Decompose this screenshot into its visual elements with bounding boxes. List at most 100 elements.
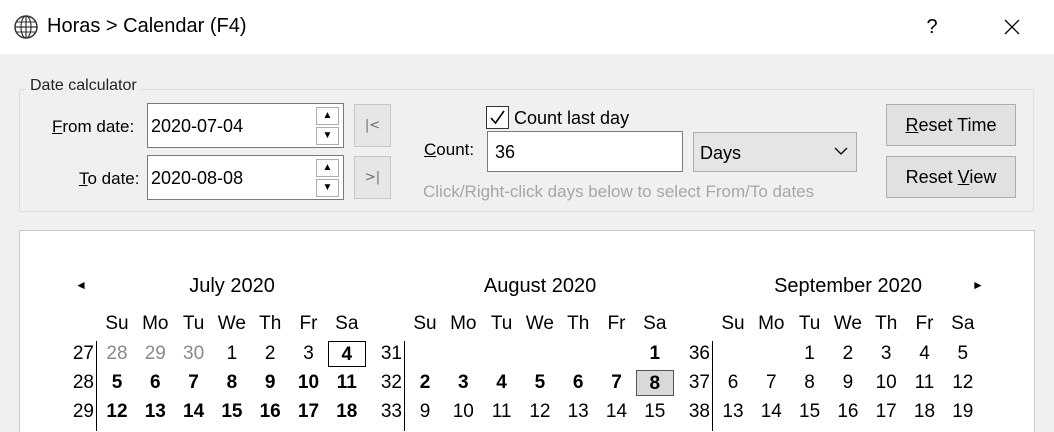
month-title: July 2020 bbox=[189, 275, 275, 297]
calendar-day[interactable]: 6 bbox=[559, 370, 597, 396]
reset-view-button[interactable]: Reset View bbox=[886, 156, 1016, 198]
weekday-header: We bbox=[525, 313, 554, 334]
close-button[interactable] bbox=[992, 10, 1032, 44]
to-date-spin-up[interactable]: ▲ bbox=[316, 159, 339, 177]
week-number-divider bbox=[404, 341, 405, 431]
unit-select[interactable]: Days bbox=[693, 132, 857, 172]
calendar-day[interactable]: 18 bbox=[328, 399, 366, 425]
calendar-day[interactable]: 18 bbox=[906, 399, 944, 425]
calendar-day[interactable]: 2 bbox=[829, 341, 867, 367]
weekday-header: Mo bbox=[142, 313, 169, 334]
calendar-day[interactable]: 1 bbox=[213, 341, 251, 367]
weekday-header: Fr bbox=[299, 313, 318, 334]
from-date-label: From date: bbox=[52, 117, 135, 136]
calendar-day[interactable]: 3 bbox=[290, 341, 328, 367]
to-date-label: To date: bbox=[79, 169, 140, 188]
calendar-day[interactable]: 7 bbox=[598, 370, 636, 396]
calendar-day[interactable]: 12 bbox=[944, 370, 982, 396]
calendar-day[interactable]: 15 bbox=[636, 399, 674, 425]
weekday-header: Sa bbox=[335, 313, 359, 334]
calendar-day[interactable]: 17 bbox=[867, 399, 905, 425]
calendar-day[interactable]: 1 bbox=[791, 341, 829, 367]
calendar-day[interactable]: 4 bbox=[906, 341, 944, 367]
calendar-day[interactable]: 13 bbox=[714, 399, 752, 425]
count-last-day-checkbox[interactable] bbox=[486, 106, 509, 129]
from-date-spin-up[interactable]: ▲ bbox=[316, 107, 339, 125]
calendar-day[interactable]: 8 bbox=[635, 370, 674, 396]
calendar-day[interactable]: 15 bbox=[791, 399, 829, 425]
calendar-day[interactable]: 6 bbox=[714, 370, 752, 396]
calendar-day[interactable]: 10 bbox=[290, 370, 328, 396]
calendar-day[interactable]: 28 bbox=[98, 341, 136, 367]
calendar-day[interactable]: 19 bbox=[944, 399, 982, 425]
calendar-day[interactable]: 3 bbox=[867, 341, 905, 367]
help-button[interactable]: ? bbox=[914, 10, 950, 44]
globe-clock-icon bbox=[14, 15, 38, 39]
calendar-day[interactable]: 1 bbox=[636, 341, 674, 367]
weekday-header: Tu bbox=[798, 313, 821, 334]
calendar-day[interactable]: 16 bbox=[829, 399, 867, 425]
group-title: Date calculator bbox=[26, 77, 141, 95]
weekday-header: Su bbox=[105, 313, 129, 334]
calendar-day[interactable]: 12 bbox=[98, 399, 136, 425]
calendar-day[interactable]: 2 bbox=[251, 341, 289, 367]
calendar-day[interactable]: 17 bbox=[290, 399, 328, 425]
reset-time-button[interactable]: Reset Time bbox=[886, 104, 1016, 146]
calendar-day[interactable]: 13 bbox=[136, 399, 174, 425]
weekday-header: Mo bbox=[450, 313, 477, 334]
to-date-field[interactable]: 2020-08-08 ▲ ▼ bbox=[147, 155, 344, 200]
weekday-header: Tu bbox=[490, 313, 513, 334]
calendar-day[interactable]: 5 bbox=[98, 370, 136, 396]
unit-value: Days bbox=[700, 143, 742, 163]
calendar-day[interactable]: 3 bbox=[444, 370, 482, 396]
to-date-spin-down[interactable]: ▼ bbox=[316, 179, 339, 197]
calendar-day[interactable]: 4 bbox=[327, 341, 366, 367]
calendar-day[interactable]: 8 bbox=[791, 370, 829, 396]
calendar-day[interactable]: 10 bbox=[444, 399, 482, 425]
count-value: 36 bbox=[495, 142, 516, 162]
weekday-header: Sa bbox=[643, 313, 667, 334]
calendar-day[interactable]: 5 bbox=[521, 370, 559, 396]
to-date-value: 2020-08-08 bbox=[151, 168, 244, 188]
calendar-day[interactable]: 30 bbox=[175, 341, 213, 367]
calendar-day[interactable]: 10 bbox=[867, 370, 905, 396]
calendar-day[interactable]: 12 bbox=[521, 399, 559, 425]
weekday-header: Fr bbox=[915, 313, 934, 334]
count-field[interactable]: 36 bbox=[487, 131, 683, 172]
calendar-day[interactable]: 9 bbox=[406, 399, 444, 425]
prev-month-button[interactable]: ◄ bbox=[75, 278, 87, 292]
calendar-day[interactable]: 5 bbox=[944, 341, 982, 367]
calendar-day[interactable]: 6 bbox=[136, 370, 174, 396]
from-date-value: 2020-07-04 bbox=[151, 116, 244, 136]
weekday-header: Su bbox=[413, 313, 437, 334]
calendar-day[interactable]: 8 bbox=[213, 370, 251, 396]
calendar-day[interactable]: 4 bbox=[483, 370, 521, 396]
calendar-day[interactable]: 9 bbox=[251, 370, 289, 396]
calendar-day[interactable]: 29 bbox=[136, 341, 174, 367]
week-number: 27 bbox=[72, 343, 94, 364]
go-last-button[interactable]: >| bbox=[354, 156, 391, 199]
calendar-day[interactable]: 13 bbox=[559, 399, 597, 425]
week-number: 33 bbox=[380, 401, 402, 422]
go-first-button[interactable]: |< bbox=[354, 104, 391, 147]
calendar-day[interactable]: 11 bbox=[483, 399, 521, 425]
weekday-header: Fr bbox=[607, 313, 626, 334]
from-date-spin-down[interactable]: ▼ bbox=[316, 127, 339, 145]
calendar-day[interactable]: 14 bbox=[175, 399, 213, 425]
calendar-day[interactable]: 7 bbox=[752, 370, 790, 396]
from-date-field[interactable]: 2020-07-04 ▲ ▼ bbox=[147, 103, 344, 148]
calendar-day[interactable]: 15 bbox=[213, 399, 251, 425]
weekday-header: Th bbox=[259, 313, 282, 334]
week-number: 37 bbox=[688, 372, 710, 393]
weekday-header: Mo bbox=[758, 313, 785, 334]
checkmark-icon bbox=[490, 110, 505, 125]
calendar-day[interactable]: 14 bbox=[752, 399, 790, 425]
calendar-day[interactable]: 11 bbox=[906, 370, 944, 396]
calendar-day[interactable]: 14 bbox=[598, 399, 636, 425]
calendar-day[interactable]: 11 bbox=[328, 370, 366, 396]
calendar-day[interactable]: 7 bbox=[175, 370, 213, 396]
calendar-day[interactable]: 2 bbox=[406, 370, 444, 396]
weekday-header: Sa bbox=[951, 313, 975, 334]
calendar-day[interactable]: 16 bbox=[251, 399, 289, 425]
calendar-day[interactable]: 9 bbox=[829, 370, 867, 396]
